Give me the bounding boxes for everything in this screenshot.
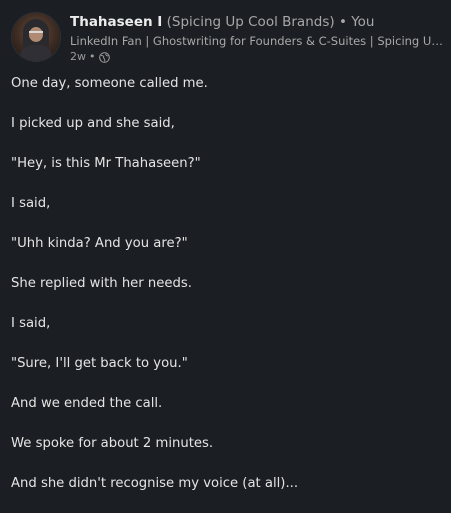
avatar-body [20,45,52,61]
globe-icon [98,51,110,63]
author-name[interactable]: Thahaseen I [70,14,162,30]
author-headline: LinkedIn Fan | Ghostwriting for Founders… [70,34,443,48]
post-line: And we ended the call. [11,396,163,411]
post-timestamp: 2w • [70,50,443,64]
post-line: I said, [11,196,51,211]
avatar[interactable] [11,12,61,62]
post-line: She replied with her needs. [11,276,192,291]
avatar-glasses [29,31,43,37]
post-line: We spoke for about 2 minutes. [11,436,214,451]
author-relation: You [351,14,375,30]
post-line: "Sure, I'll get back to you." [11,356,188,371]
post-time: 2w [70,50,86,63]
post-line: One day, someone called me. [11,76,208,91]
time-separator: • [89,50,96,63]
post-line: And she didn't recognise my voice (at al… [11,476,299,491]
author-meta: Thahaseen I (Spicing Up Cool Brands) • Y… [70,13,443,64]
author-tagline: (Spicing Up Cool Brands) [166,14,335,30]
post-line: "Hey, is this Mr Thahaseen?" [11,156,201,171]
post-header: Thahaseen I (Spicing Up Cool Brands) • Y… [11,12,451,64]
name-separator: • [338,14,347,30]
post-content: One day, someone called me. I picked up … [11,73,441,513]
author-name-line: Thahaseen I (Spicing Up Cool Brands) • Y… [70,13,443,31]
post-line: I picked up and she said, [11,116,175,131]
post-line: I said, [11,316,51,331]
post-line: "Uhh kinda? And you are?" [11,236,188,251]
